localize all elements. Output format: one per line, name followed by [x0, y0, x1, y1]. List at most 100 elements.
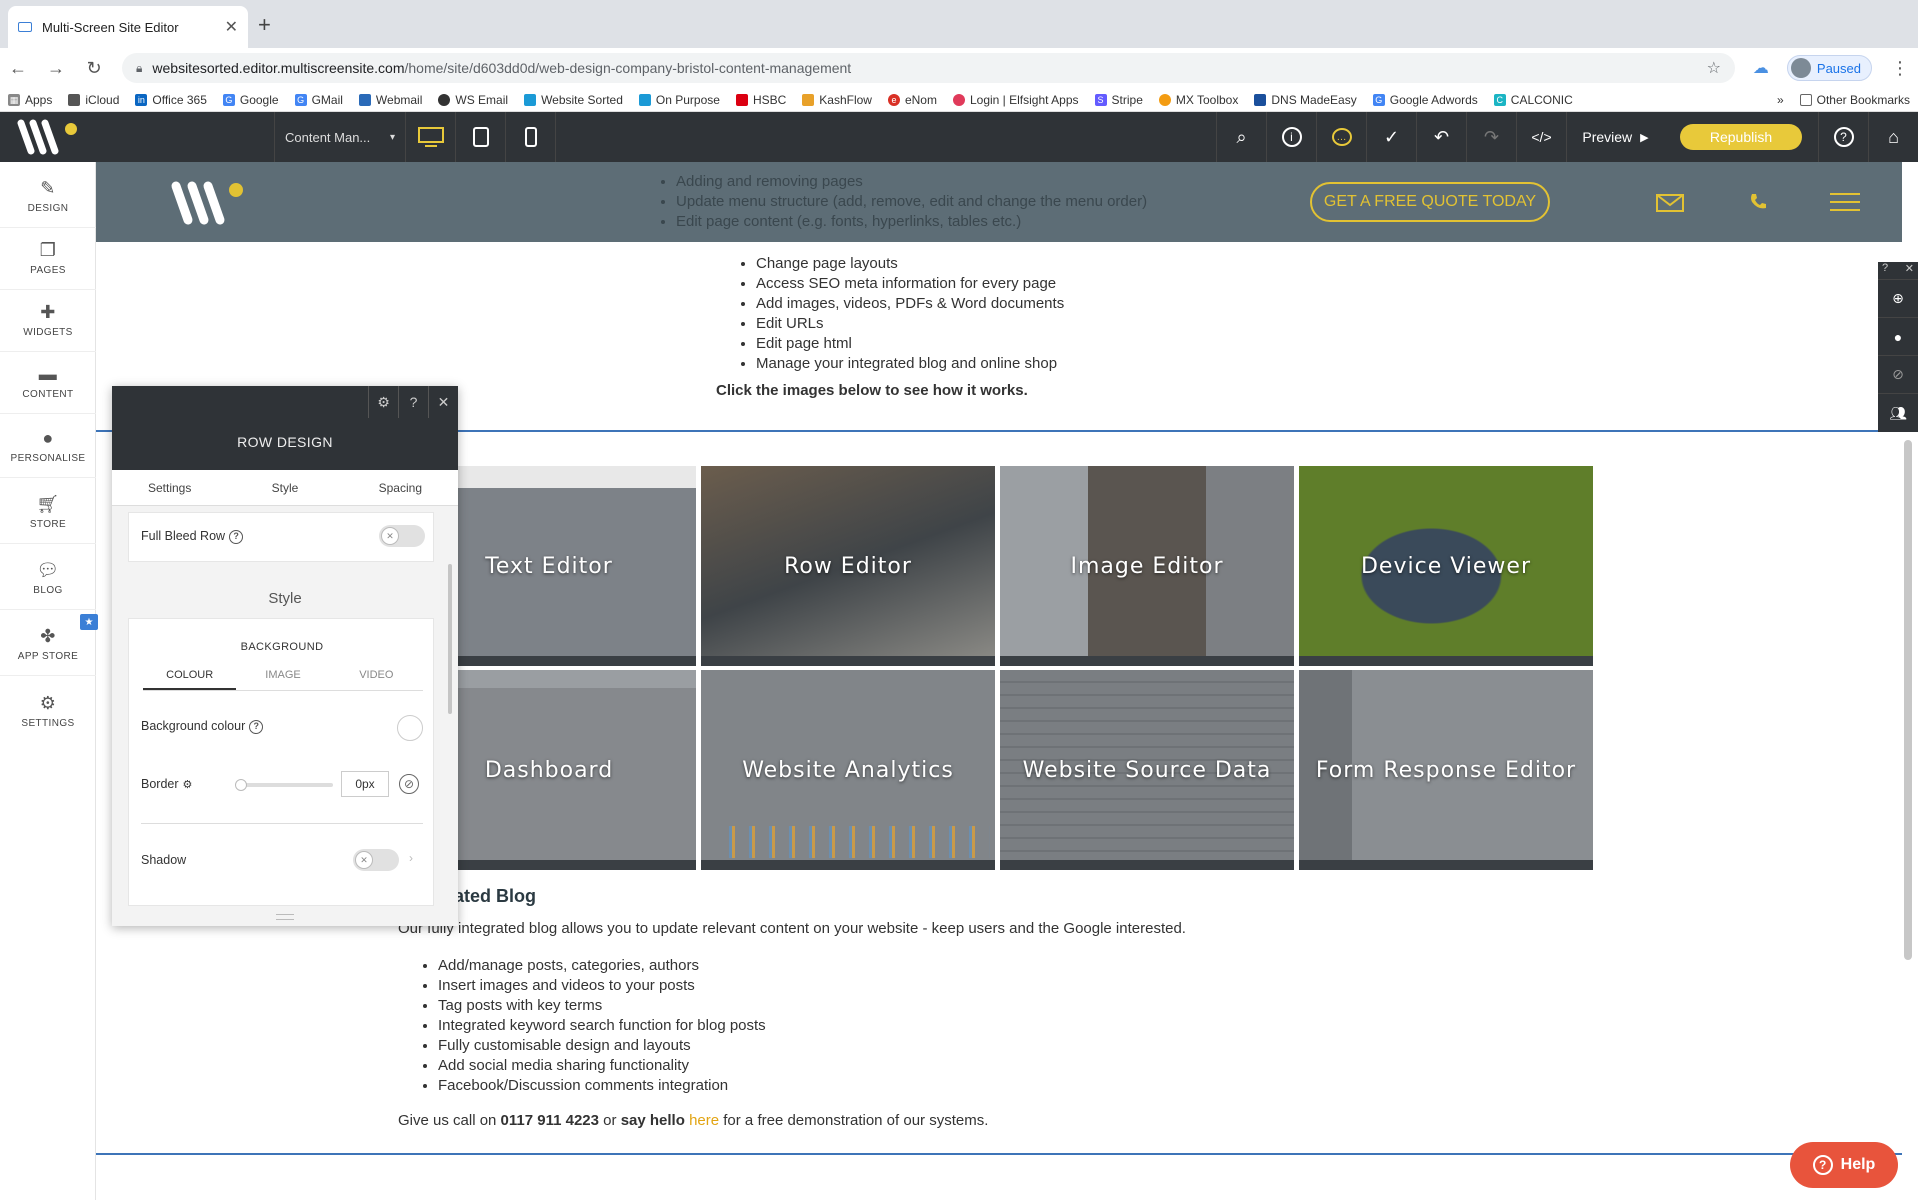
- hide-row-button[interactable]: ⊘: [1878, 356, 1918, 394]
- bookmark-dns-madeeasy[interactable]: DNS MadeEasy: [1254, 93, 1357, 107]
- app-store-star-badge: ★: [80, 614, 98, 630]
- tab-spacing[interactable]: Spacing: [343, 470, 458, 505]
- undo-button[interactable]: ↶: [1416, 112, 1466, 162]
- profile-button[interactable]: Paused: [1786, 55, 1872, 81]
- tile-device-viewer[interactable]: Device Viewer: [1299, 466, 1593, 666]
- code-button[interactable]: </>: [1516, 112, 1566, 162]
- forward-icon[interactable]: →: [46, 58, 66, 79]
- home-button[interactable]: ⌂: [1868, 112, 1918, 162]
- search-button[interactable]: ⌕: [1216, 112, 1266, 162]
- chevron-right-icon[interactable]: ›: [409, 851, 413, 865]
- canvas-scrollbar[interactable]: [1904, 440, 1912, 960]
- mobile-view-button[interactable]: [506, 112, 556, 162]
- tile-website-source-data[interactable]: Website Source Data: [1000, 670, 1294, 870]
- gear-icon[interactable]: ⚙: [183, 779, 193, 791]
- sidebar-item-widgets[interactable]: ✚ WIDGETS: [0, 290, 96, 352]
- tab-style[interactable]: Style: [227, 470, 342, 505]
- bookmark-elfsight[interactable]: Login | Elfsight Apps: [952, 93, 1079, 107]
- question-icon[interactable]: ?: [1882, 262, 1888, 279]
- other-bookmarks[interactable]: Other Bookmarks: [1799, 93, 1910, 107]
- republish-button[interactable]: Republish: [1680, 124, 1802, 150]
- no-border-icon[interactable]: ⊘: [399, 774, 419, 794]
- sidebar-item-blog[interactable]: 💬︎ BLOG: [0, 548, 96, 610]
- row-comment-button[interactable]: ●: [1878, 318, 1918, 356]
- page-selector-dropdown[interactable]: Content Man... ▾: [274, 112, 406, 162]
- bookmark-google[interactable]: G Google: [222, 93, 279, 107]
- sidebar-item-design[interactable]: ✎ DESIGN: [0, 166, 96, 228]
- help-chat-button[interactable]: ? Help: [1790, 1142, 1898, 1188]
- bookmark-office365[interactable]: in Office 365: [135, 93, 207, 107]
- panel-help-button[interactable]: ?: [398, 386, 428, 418]
- bg-tab-image[interactable]: IMAGE: [236, 669, 329, 690]
- panel-close-button[interactable]: ✕: [428, 386, 458, 418]
- contact-here-link[interactable]: here: [689, 1112, 719, 1129]
- tab-settings[interactable]: Settings: [112, 470, 227, 505]
- help-circle-icon[interactable]: ?: [249, 719, 264, 734]
- border-slider[interactable]: [235, 779, 333, 791]
- phone-icon[interactable]: [1748, 192, 1768, 215]
- add-row-button[interactable]: ⊕: [1878, 280, 1918, 318]
- bookmark-enom[interactable]: e eNom: [887, 93, 937, 107]
- browser-tab[interactable]: Multi-Screen Site Editor ✕: [8, 6, 248, 48]
- tile-row-editor[interactable]: Row Editor: [701, 466, 995, 666]
- approve-button[interactable]: ✓: [1366, 112, 1416, 162]
- cloud-extension-icon[interactable]: ☁: [1753, 58, 1769, 78]
- row-users-button[interactable]: 👥︎: [1878, 394, 1918, 432]
- bookmark-ws-email[interactable]: WS Email: [438, 93, 508, 107]
- tile-form-response-editor[interactable]: Form Response Editor: [1299, 670, 1593, 870]
- bookmark-google-adwords[interactable]: G Google Adwords: [1372, 93, 1478, 107]
- sidebar-item-store[interactable]: 🛒︎ STORE: [0, 482, 96, 544]
- panel-resize-handle[interactable]: [276, 914, 294, 920]
- sidebar-item-settings[interactable]: ⚙ SETTINGS: [0, 680, 96, 742]
- help-circle-icon[interactable]: ?: [229, 529, 244, 544]
- bookmark-icloud[interactable]: iCloud: [68, 93, 119, 107]
- preview-button[interactable]: Preview ▶: [1566, 112, 1664, 162]
- bookmark-gmail[interactable]: G GMail: [294, 93, 343, 107]
- bg-tab-video[interactable]: VIDEO: [330, 669, 423, 690]
- browser-menu-icon[interactable]: ⋮: [1890, 58, 1910, 79]
- close-icon[interactable]: ✕: [1905, 262, 1914, 279]
- bookmark-website-sorted[interactable]: Website Sorted: [524, 93, 623, 107]
- panel-settings-button[interactable]: ⚙: [368, 386, 398, 418]
- desktop-view-button[interactable]: [406, 112, 456, 162]
- comments-button[interactable]: …: [1316, 112, 1366, 162]
- address-bar[interactable]: 🔒︎ websitesorted.editor.multiscreensite.…: [122, 53, 1735, 83]
- sidebar-item-personalise[interactable]: ● PERSONALISE: [0, 416, 96, 478]
- panel-scrollbar[interactable]: [448, 564, 452, 714]
- bookmark-mx-toolbox[interactable]: MX Toolbox: [1158, 93, 1238, 107]
- bookmark-webmail[interactable]: Webmail: [358, 93, 422, 107]
- bookmark-calconic[interactable]: C CALCONIC: [1493, 93, 1573, 107]
- bookmark-apps[interactable]: ▦ Apps: [8, 93, 52, 107]
- tablet-view-button[interactable]: [456, 112, 506, 162]
- sidebar-item-content[interactable]: ▬ CONTENT: [0, 352, 96, 414]
- back-icon[interactable]: ←: [8, 58, 28, 79]
- reload-icon[interactable]: ↻: [84, 58, 104, 79]
- sidebar-item-pages[interactable]: ❐ PAGES: [0, 228, 96, 290]
- toggle-off-icon: ✕: [355, 851, 373, 869]
- slider-handle[interactable]: [235, 779, 247, 791]
- bookmark-stripe[interactable]: S Stripe: [1094, 93, 1143, 107]
- site-logo[interactable]: [168, 176, 248, 231]
- tile-image-editor[interactable]: Image Editor: [1000, 466, 1294, 666]
- bookmark-star-icon[interactable]: ☆: [1707, 58, 1721, 78]
- free-quote-button[interactable]: GET A FREE QUOTE TODAY: [1310, 182, 1550, 222]
- background-colour-swatch[interactable]: [397, 715, 423, 741]
- help-button[interactable]: ?: [1818, 112, 1868, 162]
- website-sorted-logo-icon: [171, 181, 243, 225]
- mail-icon[interactable]: [1656, 194, 1684, 215]
- bookmark-hsbc[interactable]: HSBC: [735, 93, 786, 107]
- new-tab-icon[interactable]: +: [258, 12, 271, 38]
- bookmarks-overflow[interactable]: »: [1777, 93, 1784, 107]
- bg-tab-colour[interactable]: COLOUR: [143, 669, 237, 690]
- border-width-input[interactable]: 0px: [341, 771, 389, 797]
- redo-button[interactable]: ↷: [1466, 112, 1516, 162]
- bookmark-on-purpose[interactable]: On Purpose: [638, 93, 720, 107]
- hamburger-menu-icon[interactable]: [1830, 192, 1860, 215]
- close-tab-icon[interactable]: ✕: [225, 17, 238, 37]
- full-bleed-toggle[interactable]: ✕: [379, 525, 425, 547]
- info-button[interactable]: i: [1266, 112, 1316, 162]
- bookmark-kashflow[interactable]: KashFlow: [802, 93, 872, 107]
- editor-logo[interactable]: [0, 112, 96, 162]
- tile-website-analytics[interactable]: Website Analytics: [701, 670, 995, 870]
- shadow-toggle[interactable]: ✕: [353, 849, 399, 871]
